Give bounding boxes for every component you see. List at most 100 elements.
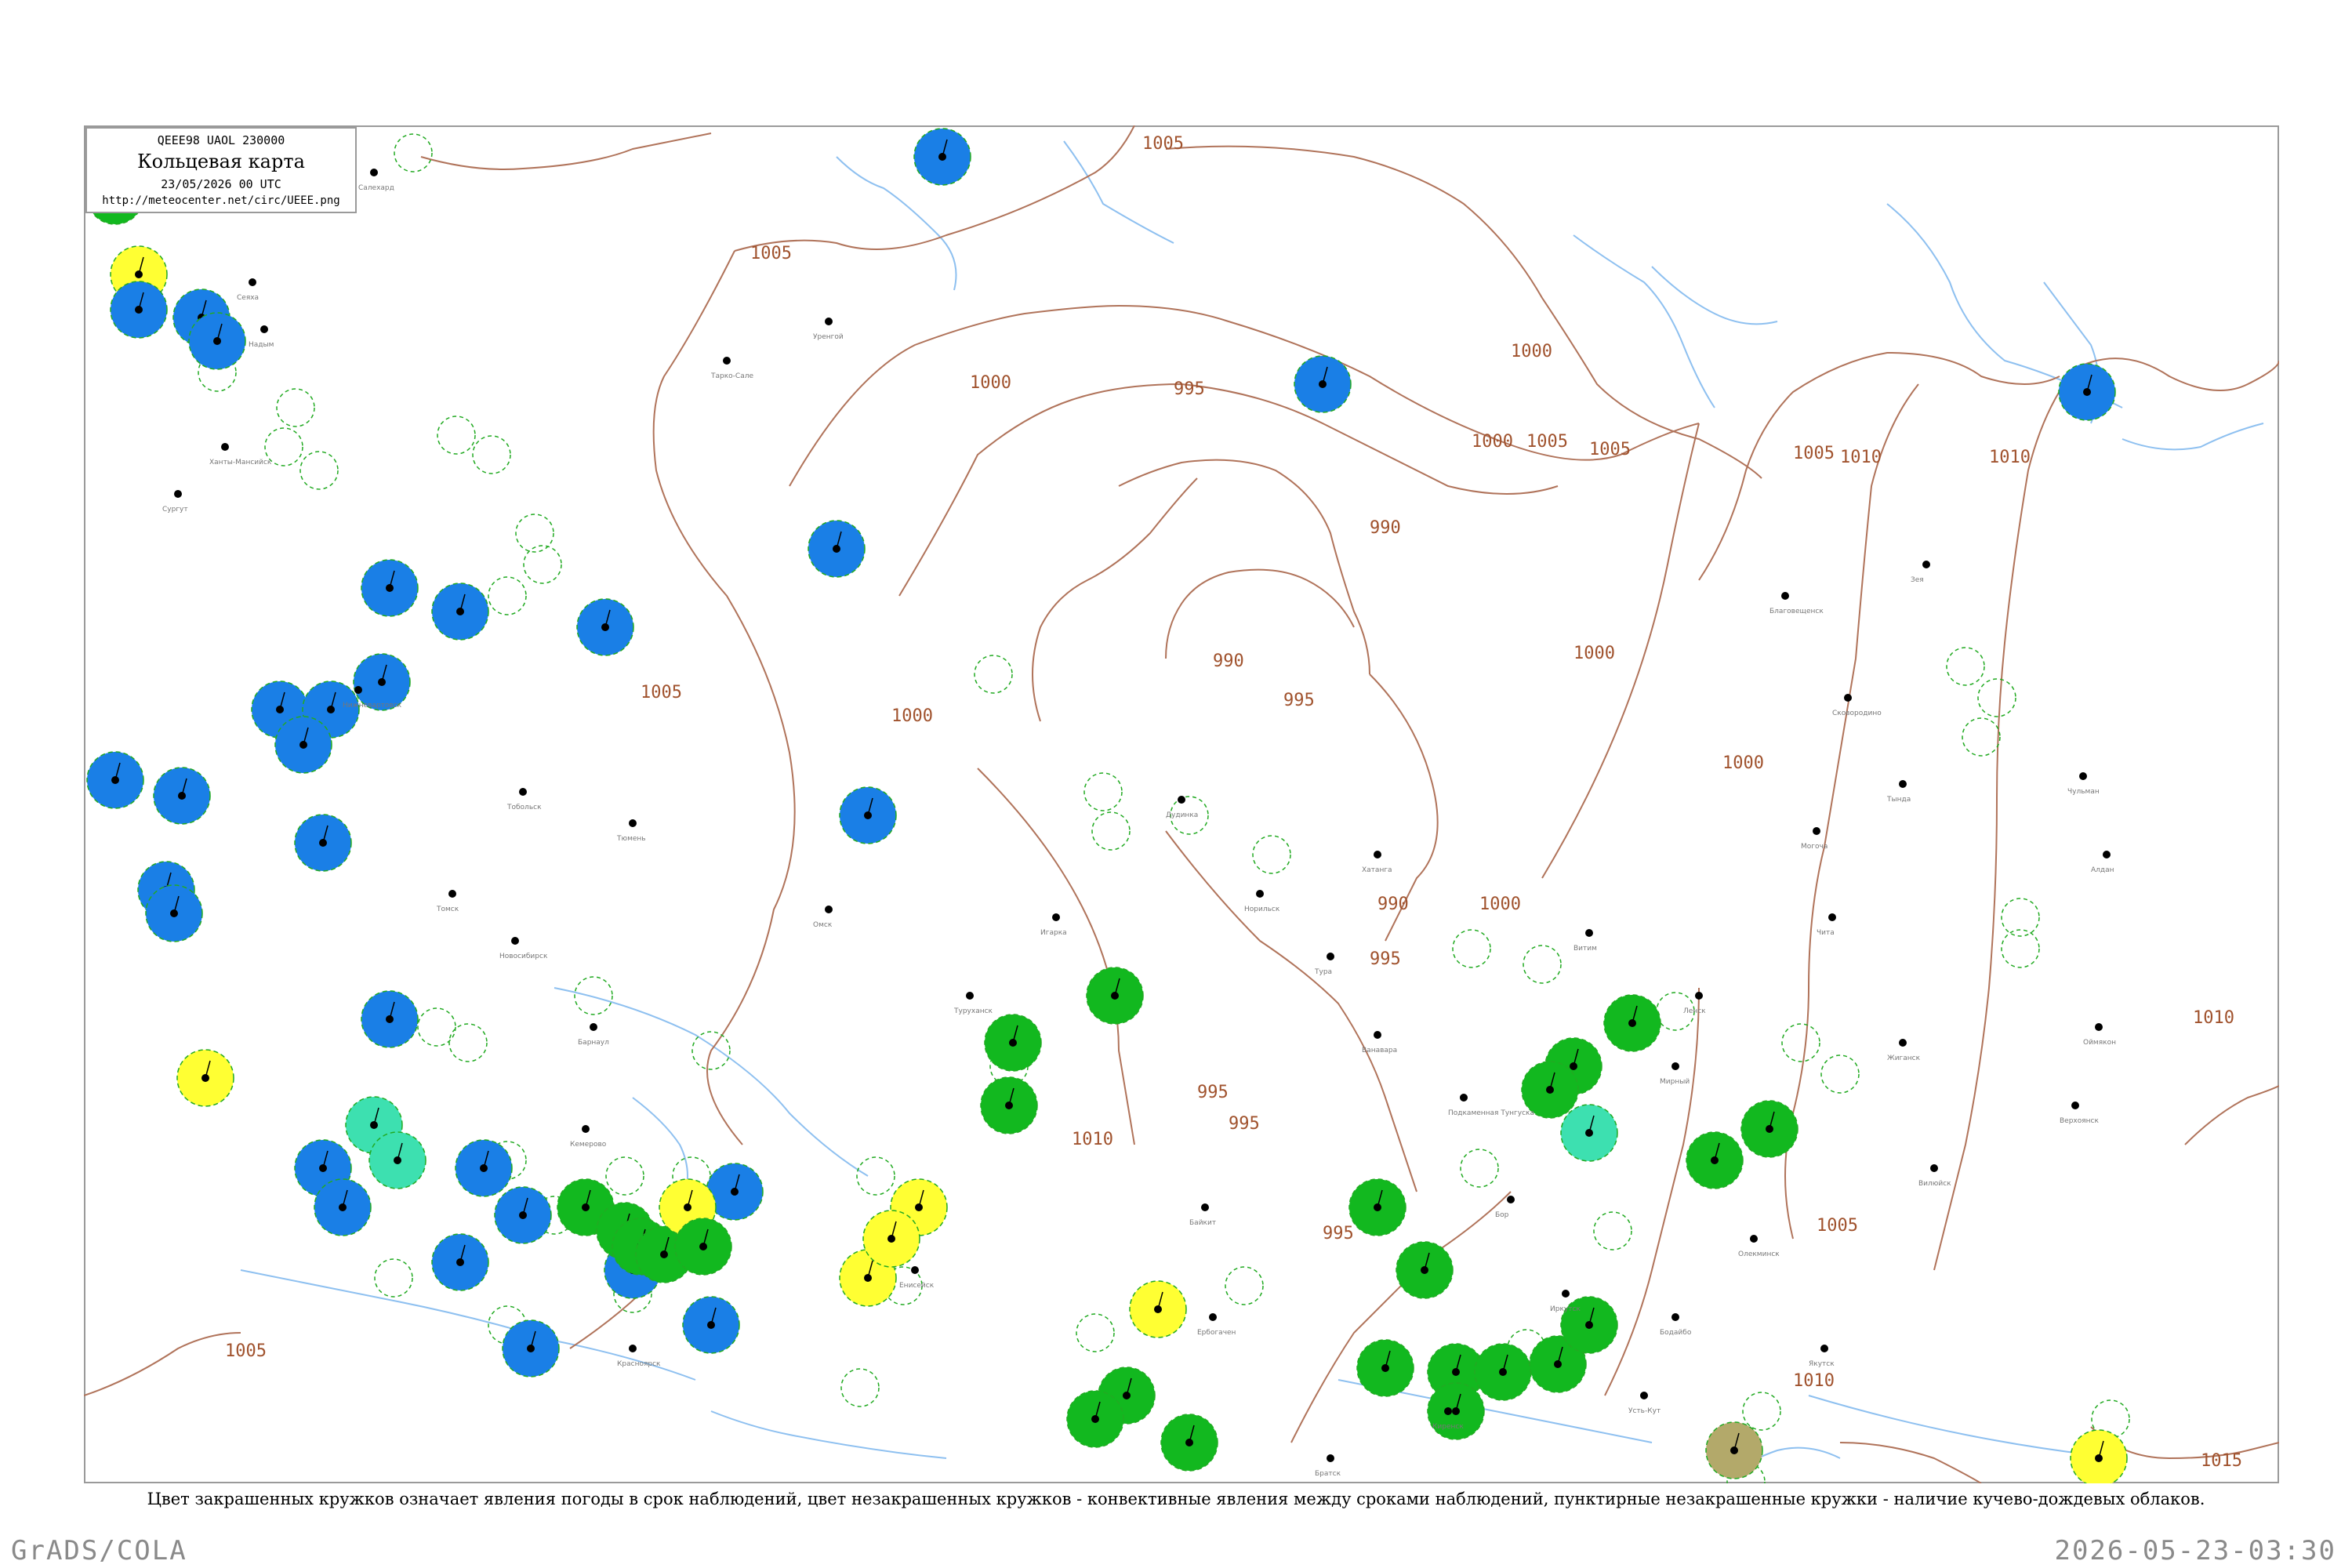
station-name: Хатанга bbox=[1362, 866, 1392, 874]
station-marker[interactable] bbox=[984, 1014, 1042, 1072]
station-name: Ербогачен bbox=[1197, 1329, 1236, 1337]
map-title: Кольцевая карта bbox=[137, 151, 305, 172]
isobar-label: 990 bbox=[1377, 895, 1409, 914]
station-marker[interactable] bbox=[839, 786, 897, 844]
station-marker[interactable] bbox=[86, 751, 144, 809]
cb-cloud-circle bbox=[856, 1156, 895, 1196]
station-dot bbox=[1444, 1407, 1452, 1415]
isobar-label: 1005 bbox=[1793, 444, 1835, 463]
isobar-label: 1005 bbox=[1589, 440, 1631, 459]
station-marker[interactable] bbox=[314, 1178, 372, 1236]
station-marker[interactable] bbox=[361, 990, 419, 1048]
cb-cloud-circle bbox=[1076, 1313, 1115, 1352]
station-marker[interactable] bbox=[368, 1131, 426, 1189]
station-name: Тюмень bbox=[616, 835, 646, 843]
station-name: Олекминск bbox=[1738, 1250, 1780, 1258]
isobar-label: 1005 bbox=[1526, 432, 1568, 452]
station-marker[interactable] bbox=[1560, 1104, 1618, 1162]
station-marker[interactable] bbox=[1129, 1280, 1187, 1338]
station-dot bbox=[1209, 1313, 1217, 1321]
station-name: Салехард bbox=[358, 184, 394, 192]
cb-cloud-circle bbox=[1781, 1023, 1820, 1062]
station-marker[interactable] bbox=[502, 1319, 560, 1377]
isobar-label: 1005 bbox=[641, 683, 682, 702]
isobar-label: 995 bbox=[1283, 691, 1315, 710]
station-name: Надым bbox=[249, 341, 274, 349]
stations-layer: Салехард Сеяха Надым Уренгой Тарко-Сале Ханты… bbox=[86, 128, 2130, 1483]
station-dot bbox=[1327, 953, 1334, 960]
station-marker[interactable] bbox=[980, 1076, 1038, 1134]
cb-cloud-circle bbox=[1225, 1266, 1264, 1305]
station-marker[interactable] bbox=[1086, 967, 1144, 1025]
station-name: Вилюйск bbox=[1918, 1180, 1951, 1188]
station-dot bbox=[1899, 1039, 1907, 1047]
station-name: Иркутск bbox=[1550, 1305, 1581, 1313]
station-dot bbox=[1201, 1203, 1209, 1211]
station-marker[interactable] bbox=[1396, 1241, 1454, 1299]
station-marker[interactable] bbox=[1705, 1421, 1763, 1479]
station-name: Бор bbox=[1495, 1211, 1509, 1219]
cb-cloud-circle bbox=[1523, 945, 1562, 984]
station-marker[interactable] bbox=[274, 716, 332, 774]
station-marker[interactable] bbox=[431, 1233, 489, 1291]
station-marker[interactable] bbox=[1066, 1390, 1124, 1448]
cb-cloud-circle bbox=[1742, 1392, 1781, 1431]
station-dot bbox=[1899, 780, 1907, 788]
isobar-label: 1015 bbox=[2201, 1451, 2242, 1471]
station-name: Тарко-Сале bbox=[710, 372, 753, 380]
station-marker[interactable] bbox=[176, 1049, 234, 1107]
cb-cloud-circle bbox=[1977, 678, 2016, 717]
station-marker[interactable] bbox=[576, 598, 634, 656]
station-name: Красноярск bbox=[617, 1360, 661, 1368]
station-marker[interactable] bbox=[294, 814, 352, 872]
station-name: Чита bbox=[1817, 929, 1835, 937]
station-dot bbox=[249, 278, 256, 286]
isobar-label: 1000 bbox=[1573, 644, 1615, 663]
isobar-label: 1000 bbox=[1722, 753, 1764, 773]
station-name: Бодайбо bbox=[1660, 1329, 1692, 1337]
station-name: Братск bbox=[1315, 1470, 1341, 1478]
station-marker[interactable] bbox=[145, 884, 203, 942]
station-marker[interactable] bbox=[2058, 363, 2116, 421]
map-canvas[interactable]: 1005 1005 1000 1005 1000 995 1000 990 990 995 1000… bbox=[84, 125, 2279, 1483]
station-marker[interactable] bbox=[2070, 1429, 2128, 1483]
station-marker[interactable] bbox=[494, 1186, 552, 1244]
station-marker[interactable] bbox=[1740, 1100, 1798, 1158]
station-marker[interactable] bbox=[1427, 1382, 1485, 1440]
source-url[interactable]: http://meteocenter.net/circ/UEEE.png bbox=[87, 194, 355, 207]
station-marker[interactable] bbox=[1686, 1131, 1744, 1189]
station-marker[interactable] bbox=[1356, 1339, 1414, 1397]
station-marker[interactable] bbox=[862, 1210, 920, 1268]
station-name: Енисейск bbox=[899, 1282, 935, 1290]
station-marker[interactable] bbox=[431, 583, 489, 641]
station-dot bbox=[825, 906, 833, 913]
station-marker[interactable] bbox=[188, 312, 246, 370]
station-dot bbox=[511, 937, 519, 945]
cb-cloud-circle bbox=[974, 655, 1013, 694]
station-marker[interactable] bbox=[361, 559, 419, 617]
station-marker[interactable] bbox=[674, 1218, 732, 1276]
station-marker[interactable] bbox=[808, 520, 866, 578]
station-marker[interactable] bbox=[1348, 1178, 1406, 1236]
station-marker[interactable] bbox=[1294, 355, 1352, 413]
isobar-label: 1005 bbox=[1817, 1216, 1858, 1236]
station-marker[interactable] bbox=[153, 767, 211, 825]
isobar-label: 1005 bbox=[750, 244, 792, 263]
station-dot bbox=[1813, 827, 1820, 835]
cb-cloud-circle bbox=[299, 451, 339, 490]
station-marker[interactable] bbox=[1603, 994, 1661, 1052]
station-marker[interactable] bbox=[913, 128, 971, 186]
station-marker[interactable] bbox=[455, 1139, 513, 1197]
cb-cloud-circle bbox=[2001, 898, 2040, 937]
station-dot bbox=[825, 318, 833, 325]
station-marker[interactable] bbox=[1160, 1414, 1218, 1472]
station-name: Барнаул bbox=[578, 1039, 609, 1047]
isobar-label: 1010 bbox=[1793, 1371, 1835, 1391]
station-marker[interactable] bbox=[682, 1296, 740, 1354]
station-dot bbox=[966, 992, 974, 1000]
station-name: Благовещенск bbox=[1769, 608, 1824, 615]
station-marker[interactable] bbox=[1474, 1343, 1532, 1401]
station-name: Кемерово bbox=[570, 1141, 607, 1149]
station-marker[interactable] bbox=[110, 281, 168, 339]
legend-caption: Цвет закрашенных кружков означает явлени… bbox=[147, 1490, 2205, 1508]
